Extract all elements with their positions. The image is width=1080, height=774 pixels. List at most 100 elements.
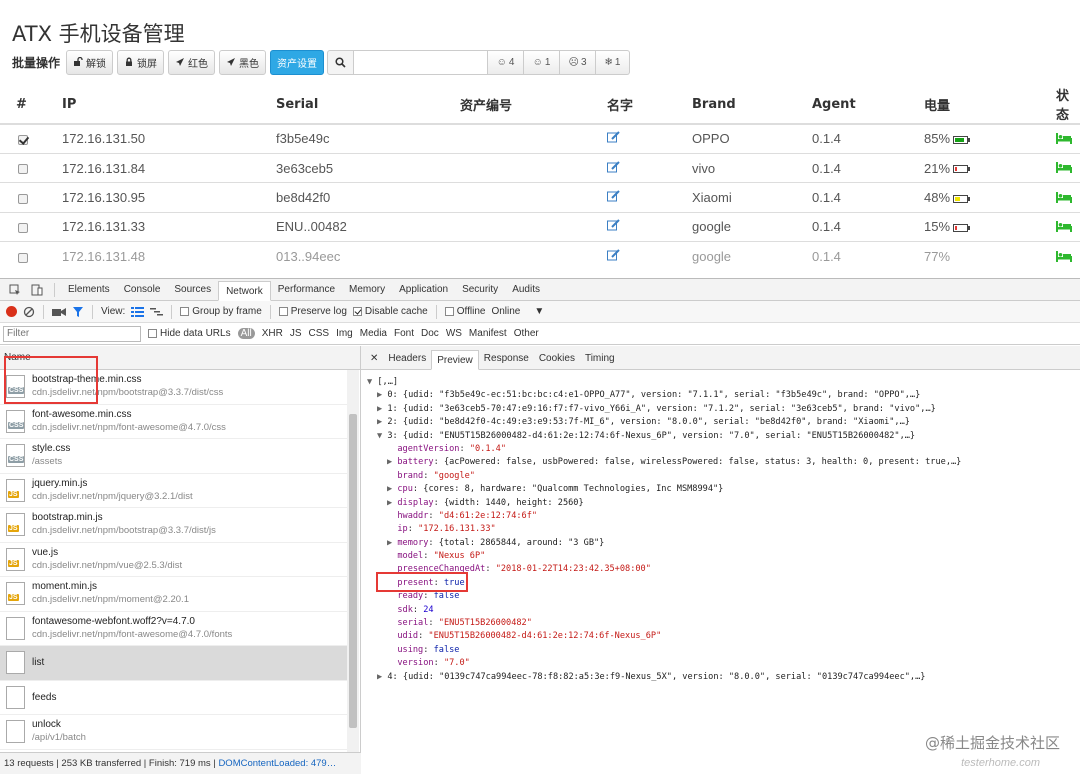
stat-frown[interactable]: ☹3 [560, 50, 596, 75]
scroll-thumb[interactable] [349, 414, 357, 728]
detail-tab-preview[interactable]: Preview [431, 350, 479, 370]
tab-application[interactable]: Application [392, 280, 455, 300]
tab-console[interactable]: Console [117, 280, 168, 300]
tab-network[interactable]: Network [218, 281, 271, 301]
tab-memory[interactable]: Memory [342, 280, 392, 300]
request-row[interactable]: feeds [0, 681, 347, 716]
device-toggle-icon[interactable] [26, 280, 48, 300]
edit-icon[interactable] [607, 249, 620, 264]
edit-icon[interactable] [607, 161, 620, 176]
black-button[interactable]: 黑色 [219, 50, 266, 75]
collapse-arrow-icon[interactable]: ▶ [387, 457, 392, 467]
filter-type-js[interactable]: JS [290, 328, 302, 339]
table-row[interactable]: 172.16.131.48013..94eecgoogle0.1.477% [0, 242, 1080, 271]
preview-line[interactable]: ▼ 3: {udid: "ENU5T15B26000482-d4:61:2e:1… [367, 430, 961, 443]
table-row[interactable]: 172.16.131.50f3b5e49cOPPO0.1.485% [0, 124, 1080, 153]
filter-icon[interactable] [72, 306, 84, 318]
offline-checkbox[interactable]: Offline [445, 306, 486, 317]
red-button[interactable]: 红色 [168, 50, 215, 75]
collapse-arrow-icon[interactable]: ▶ [387, 498, 392, 508]
stat-smile[interactable]: ☺4 [488, 50, 524, 75]
stat-meh[interactable]: ☺1 [524, 50, 560, 75]
preview-line[interactable]: ▼ [,…] [367, 376, 961, 389]
unlock-button[interactable]: 解锁 [66, 50, 113, 75]
filter-type-all[interactable]: All [238, 328, 255, 339]
preview-line[interactable]: ▶ 0: {udid: "f3b5e49c-ec:51:bc:bc:c4:e1-… [367, 389, 961, 402]
preview-line[interactable]: ▶ 2: {udid: "be8d42f0-4c:49:e3:e9:53:7f-… [367, 416, 961, 429]
edit-icon[interactable] [607, 219, 620, 234]
filter-type-media[interactable]: Media [360, 328, 387, 339]
request-row[interactable]: unlock/api/v1/batch [0, 715, 347, 750]
throttle-select[interactable]: Online▼ [491, 306, 544, 317]
filter-type-other[interactable]: Other [514, 328, 539, 339]
request-row[interactable]: CSSfont-awesome.min.csscdn.jsdelivr.net/… [0, 405, 347, 440]
table-row[interactable]: 172.16.131.33ENU..00482google0.1.415% [0, 212, 1080, 241]
stat-snowflake[interactable]: ❄1 [596, 50, 630, 75]
preview-line[interactable]: ▶ battery: {acPowered: false, usbPowered… [367, 456, 961, 469]
edit-icon[interactable] [607, 190, 620, 205]
expand-arrow-icon[interactable]: ▼ [377, 431, 382, 441]
row-checkbox[interactable] [18, 253, 28, 263]
filter-type-ws[interactable]: WS [446, 328, 462, 339]
disable-cache-checkbox[interactable]: Disable cache [353, 306, 428, 317]
clear-icon[interactable] [23, 306, 35, 318]
filter-type-doc[interactable]: Doc [421, 328, 439, 339]
collapse-arrow-icon[interactable]: ▶ [377, 672, 382, 682]
filter-type-img[interactable]: Img [336, 328, 353, 339]
asset-settings-button[interactable]: 资产设置 [270, 50, 324, 75]
detail-tab-timing[interactable]: Timing [580, 349, 620, 369]
collapse-arrow-icon[interactable]: ▶ [377, 404, 382, 414]
request-row[interactable]: CSSstyle.css/assets [0, 439, 347, 474]
preview-line[interactable]: ▶ cpu: {cores: 8, hardware: "Qualcomm Te… [367, 483, 961, 496]
row-checkbox[interactable] [18, 194, 28, 204]
large-rows-icon[interactable] [131, 307, 144, 317]
detail-tab-response[interactable]: Response [479, 349, 534, 369]
edit-icon[interactable] [607, 131, 620, 146]
preview-line[interactable]: ▶ 1: {udid: "3e63ceb5-70:47:e9:16:f7:f7-… [367, 403, 961, 416]
close-detail-icon[interactable]: ✕ [365, 349, 383, 369]
filter-input[interactable] [3, 326, 141, 342]
preserve-log-checkbox[interactable]: Preserve log [279, 306, 347, 317]
filter-type-font[interactable]: Font [394, 328, 414, 339]
hide-data-urls-checkbox[interactable]: Hide data URLs [148, 328, 231, 339]
collapse-arrow-icon[interactable]: ▶ [387, 538, 392, 548]
request-row[interactable]: JSvue.jscdn.jsdelivr.net/npm/vue@2.5.3/d… [0, 543, 347, 578]
expand-arrow-icon[interactable]: ▼ [367, 377, 372, 387]
tab-performance[interactable]: Performance [271, 280, 342, 300]
table-row[interactable]: 172.16.131.843e63ceb5vivo0.1.421% [0, 153, 1080, 182]
inspect-icon[interactable] [4, 280, 26, 300]
tab-sources[interactable]: Sources [167, 280, 218, 300]
request-row[interactable]: fontawesome-webfont.woff2?v=4.7.0cdn.jsd… [0, 612, 347, 647]
waterfall-icon[interactable] [150, 307, 163, 317]
record-icon[interactable] [6, 306, 17, 317]
tab-elements[interactable]: Elements [61, 280, 117, 300]
collapse-arrow-icon[interactable]: ▶ [387, 484, 392, 494]
filter-type-css[interactable]: CSS [309, 328, 330, 339]
detail-tab-headers[interactable]: Headers [383, 349, 431, 369]
search-icon[interactable] [327, 50, 354, 75]
camera-icon[interactable] [52, 307, 66, 317]
filter-type-xhr[interactable]: XHR [262, 328, 283, 339]
request-row[interactable]: JSjquery.min.jscdn.jsdelivr.net/npm/jque… [0, 474, 347, 509]
row-checkbox[interactable] [18, 223, 28, 233]
tab-audits[interactable]: Audits [505, 280, 547, 300]
group-by-frame-checkbox[interactable]: Group by frame [180, 306, 261, 317]
row-checkbox[interactable] [18, 135, 28, 145]
request-list-scrollbar[interactable] [347, 370, 359, 752]
preview-line[interactable]: ▶ display: {width: 1440, height: 2560} [367, 497, 961, 510]
request-row[interactable]: JSbootstrap.min.jscdn.jsdelivr.net/npm/b… [0, 508, 347, 543]
request-row[interactable]: JSmoment.min.jscdn.jsdelivr.net/npm/mome… [0, 577, 347, 612]
detail-tab-cookies[interactable]: Cookies [534, 349, 580, 369]
lock-screen-button[interactable]: 锁屏 [117, 50, 164, 75]
request-row[interactable]: list [0, 646, 347, 681]
row-checkbox[interactable] [18, 164, 28, 174]
filter-type-manifest[interactable]: Manifest [469, 328, 507, 339]
tab-security[interactable]: Security [455, 280, 505, 300]
preview-line[interactable]: ▶ memory: {total: 2865844, around: "3 GB… [367, 537, 961, 550]
table-header-row: # IP Serial 资产编号 名字 Brand Agent 电量 状态 [0, 85, 1080, 124]
collapse-arrow-icon[interactable]: ▶ [377, 390, 382, 400]
search-input[interactable] [354, 50, 488, 75]
table-row[interactable]: 172.16.130.95be8d42f0Xiaomi0.1.448% [0, 183, 1080, 212]
preview-line[interactable]: ▶ 4: {udid: "0139c747ca994eec-78:f8:82:a… [367, 671, 961, 684]
collapse-arrow-icon[interactable]: ▶ [377, 417, 382, 427]
